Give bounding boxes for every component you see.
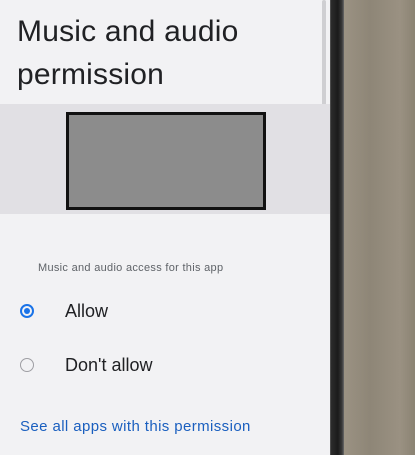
- page-title-line1: Music and audio: [17, 15, 239, 48]
- radio-selected-icon[interactable]: [20, 304, 34, 318]
- allow-label: Allow: [65, 300, 109, 321]
- see-all-apps-link[interactable]: See all apps with this permission: [20, 418, 251, 435]
- dont-allow-label: Don't allow: [65, 354, 153, 375]
- dont-allow-option[interactable]: Don't allow: [20, 351, 152, 379]
- redacted-app-icon: [66, 112, 266, 210]
- allow-option[interactable]: Allow: [20, 297, 108, 325]
- page-title: Music and audio permission: [17, 10, 317, 96]
- section-label: Music and audio access for this app: [38, 262, 224, 274]
- phone-screen: Music and audio permission Music and aud…: [0, 0, 330, 455]
- page-title-line2: permission: [17, 58, 165, 91]
- radio-unselected-icon[interactable]: [20, 358, 34, 372]
